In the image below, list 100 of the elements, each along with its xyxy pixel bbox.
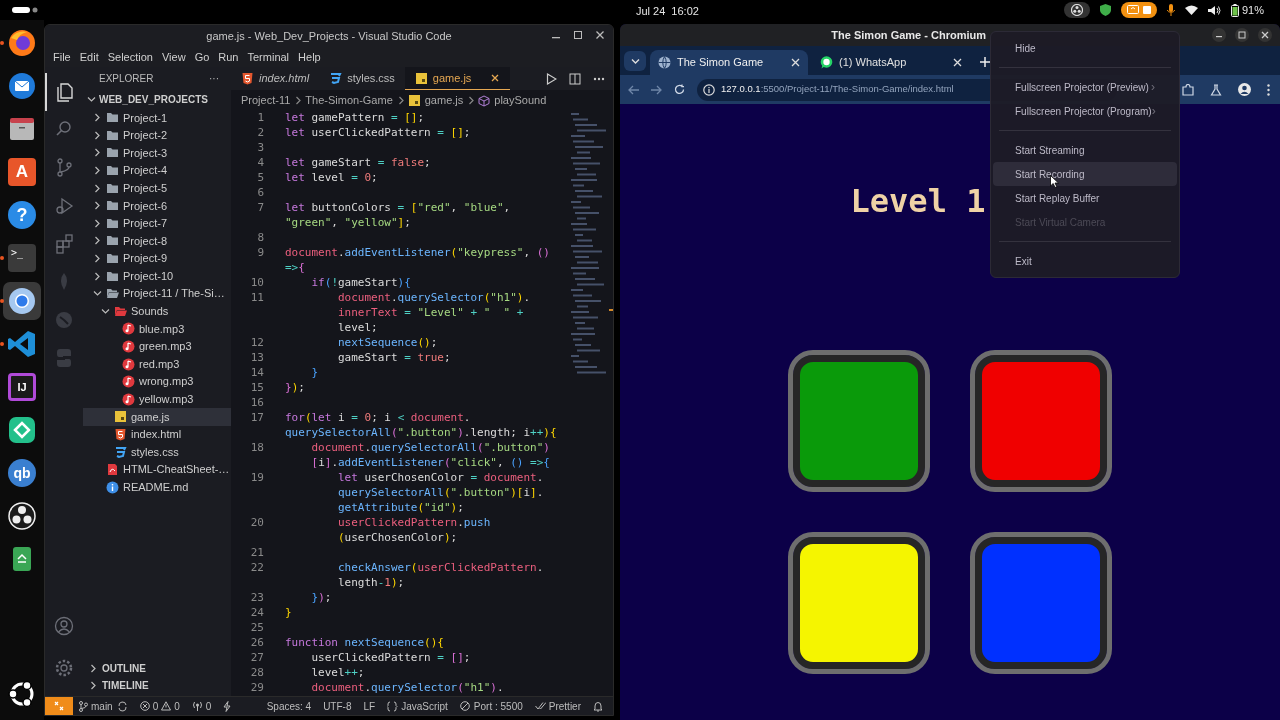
maximize-icon[interactable]: [1235, 28, 1249, 42]
tree-item[interactable]: Project-2: [83, 126, 231, 145]
menu-item[interactable]: Start Streaming: [993, 138, 1177, 162]
chevron-right-icon[interactable]: [93, 236, 102, 246]
menu-item[interactable]: Help: [294, 48, 325, 66]
shield-icon[interactable]: [1099, 4, 1111, 16]
chevron-right-icon[interactable]: [93, 130, 102, 140]
menu-item[interactable]: File: [49, 48, 75, 66]
browser-tab[interactable]: (1) WhatsApp: [812, 50, 970, 75]
close-icon[interactable]: [595, 30, 605, 40]
chevron-right-icon[interactable]: [93, 271, 102, 281]
tree-item[interactable]: green.mp3: [83, 337, 231, 356]
menu-item[interactable]: Terminal: [243, 48, 294, 66]
tree-item[interactable]: game.js: [83, 408, 231, 426]
tree-item[interactable]: Project-5: [83, 179, 231, 197]
tree-item[interactable]: red.mp3: [83, 355, 231, 373]
panel-section-header[interactable]: TIMELINE: [83, 677, 231, 694]
browser-tab[interactable]: The Simon Game: [650, 50, 808, 75]
tree-item[interactable]: Sounds: [83, 302, 231, 321]
tree-item[interactable]: Project-6: [83, 196, 231, 215]
chevron-down-icon[interactable]: [93, 289, 102, 299]
settings-icon[interactable]: [54, 658, 74, 678]
battery-icon[interactable]: [1230, 3, 1239, 17]
wifi-icon[interactable]: [1184, 5, 1198, 15]
menu-item[interactable]: Run: [214, 48, 243, 66]
new-tab-icon[interactable]: [980, 57, 990, 67]
chevron-right-icon[interactable]: [93, 183, 102, 193]
tree-item[interactable]: Project-8: [83, 232, 231, 250]
editor-tab[interactable]: styles.css: [319, 67, 405, 90]
status-item[interactable]: LF: [363, 698, 376, 714]
run-debug-icon[interactable]: [54, 195, 74, 217]
status-item[interactable]: UTF-8: [323, 698, 352, 714]
close-icon[interactable]: [490, 73, 501, 83]
chevron-right-icon[interactable]: [93, 254, 102, 264]
close-icon[interactable]: [791, 58, 800, 67]
editor-tab[interactable]: index.html: [231, 67, 320, 90]
tree-item[interactable]: wrong.mp3: [83, 372, 231, 391]
menu-item[interactable]: Exit: [993, 249, 1177, 273]
tree-item[interactable]: Project-3: [83, 144, 231, 162]
chevron-right-icon[interactable]: [93, 218, 102, 228]
chevron-down-icon[interactable]: [87, 95, 96, 104]
chevron-down-icon[interactable]: [101, 306, 110, 316]
tree-item[interactable]: Project-11 / The-Si…: [83, 284, 231, 303]
breadcrumb-item[interactable]: Project-11: [241, 92, 291, 109]
tree-item[interactable]: Project-1: [83, 109, 231, 127]
more-icon[interactable]: [1267, 83, 1270, 96]
ports-button[interactable]: 0: [191, 698, 212, 714]
tree-item[interactable]: Project-7: [83, 214, 231, 233]
puzzle-icon[interactable]: [1182, 83, 1194, 96]
maximize-icon[interactable]: [573, 30, 583, 40]
tree-item[interactable]: HTML-CheatSheet-…: [83, 460, 231, 479]
files-icon[interactable]: [55, 81, 75, 103]
close-icon[interactable]: [953, 58, 962, 67]
tree-item[interactable]: Project-4: [83, 161, 231, 180]
menu-item[interactable]: Go: [190, 48, 214, 66]
status-item[interactable]: Port : 5500: [459, 698, 523, 714]
panel-section-header[interactable]: OUTLINE: [83, 660, 231, 677]
breadcrumb-item[interactable]: The-Simon-Game: [305, 92, 393, 109]
sync-icon[interactable]: [116, 700, 128, 712]
tree-item[interactable]: Project-10: [83, 267, 231, 285]
lightning-icon[interactable]: [223, 700, 232, 712]
forward-icon[interactable]: [651, 84, 662, 95]
status-item[interactable]: JavaScript: [387, 698, 448, 714]
chevron-right-icon[interactable]: [93, 201, 102, 211]
problems-button[interactable]: 0 0: [139, 698, 180, 714]
menu-item[interactable]: Start Replay Buffer: [993, 186, 1177, 210]
tree-item[interactable]: yellow.mp3: [83, 390, 231, 409]
more-actions-button[interactable]: ···: [209, 71, 219, 86]
tab-search-button[interactable]: [624, 51, 646, 71]
reload-icon[interactable]: [674, 84, 685, 95]
extensions-icon[interactable]: [54, 233, 74, 255]
tree-item[interactable]: README.md: [83, 478, 231, 497]
flask-icon[interactable]: [1210, 83, 1222, 96]
tree-item[interactable]: styles.css: [83, 443, 231, 461]
breadcrumb-item[interactable]: game.js: [424, 92, 464, 109]
volume-icon[interactable]: [1207, 4, 1221, 16]
tray-button[interactable]: [1063, 2, 1090, 18]
branch-button[interactable]: main: [79, 698, 113, 714]
menu-item[interactable]: Fullscreen Projector (Program)›: [993, 99, 1177, 123]
tree-item[interactable]: index.html: [83, 425, 231, 444]
bell-icon[interactable]: [593, 700, 603, 712]
more-icon[interactable]: [593, 76, 605, 81]
menu-item[interactable]: Selection: [103, 48, 157, 66]
chevron-right-icon[interactable]: [93, 148, 102, 158]
run-icon[interactable]: [546, 72, 557, 85]
editor-tab[interactable]: game.js: [404, 67, 511, 90]
account-icon[interactable]: [54, 616, 74, 636]
tree-item[interactable]: Project-9: [83, 249, 231, 268]
menu-item[interactable]: Start Recording: [993, 162, 1177, 186]
project-folder-title[interactable]: WEB_DEV_PROJECTS: [99, 92, 208, 107]
menu-item[interactable]: View: [157, 48, 190, 66]
tree-item[interactable]: blue.mp3: [83, 320, 231, 338]
chevron-right-icon[interactable]: [93, 166, 102, 176]
breadcrumb-item[interactable]: playSound: [494, 92, 547, 109]
status-item[interactable]: Prettier: [534, 698, 581, 714]
menu-item[interactable]: Edit: [75, 48, 103, 66]
status-item[interactable]: Spaces: 4: [266, 698, 312, 714]
source-control-icon[interactable]: [54, 157, 74, 179]
chevron-right-icon[interactable]: [93, 113, 102, 123]
screen-share-indicator[interactable]: [1120, 2, 1157, 18]
